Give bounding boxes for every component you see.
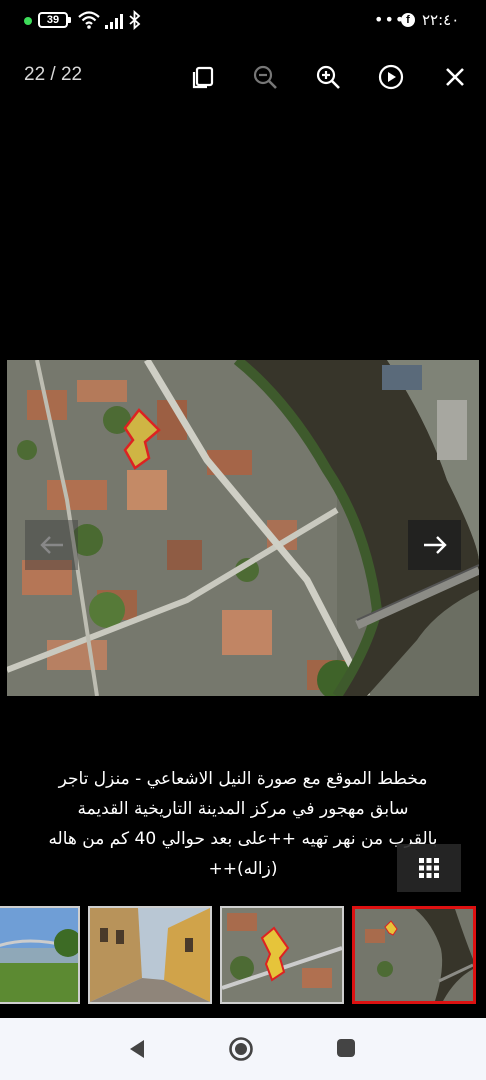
navigation-bar <box>0 1018 486 1080</box>
thumbnail-strip[interactable] <box>0 894 486 1016</box>
arrow-left-icon <box>39 536 63 554</box>
next-button[interactable] <box>408 520 461 570</box>
battery-tip <box>68 17 71 23</box>
thumbnail-street-view[interactable] <box>88 906 212 1004</box>
thumbnail-river-view[interactable] <box>0 906 80 1004</box>
image-counter: 22 / 22 <box>24 64 83 85</box>
grid-icon <box>419 858 439 878</box>
play-icon[interactable] <box>376 62 406 92</box>
thumbnail-satellite-view[interactable] <box>352 906 476 1004</box>
bluetooth-icon <box>129 10 141 30</box>
facebook-icon: f <box>401 13 415 27</box>
home-icon[interactable] <box>228 1036 254 1062</box>
thumbnail-site-plan[interactable] <box>220 906 344 1004</box>
signal-icon <box>105 14 123 29</box>
status-time: ٢٢:٤٠ <box>422 11 460 29</box>
back-icon[interactable] <box>126 1037 148 1061</box>
arrow-right-icon <box>423 536 447 554</box>
recents-icon[interactable] <box>336 1038 356 1058</box>
wifi-icon <box>78 11 100 29</box>
zoom-in-icon[interactable] <box>313 62 343 92</box>
close-icon[interactable] <box>440 62 470 92</box>
previous-button[interactable] <box>25 520 78 570</box>
grid-view-button[interactable] <box>397 844 461 892</box>
status-bar: 39 ••• f ٢٢:٤٠ <box>0 0 486 44</box>
status-dot-icon <box>24 17 32 25</box>
battery-icon: 39 <box>38 12 68 28</box>
copy-icon[interactable] <box>188 62 218 92</box>
zoom-out-icon[interactable] <box>250 62 280 92</box>
